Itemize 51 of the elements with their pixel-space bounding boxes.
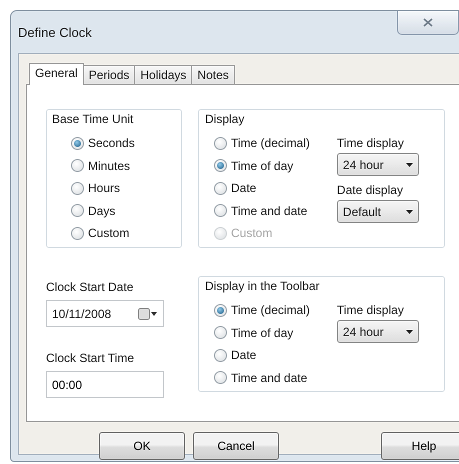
radio-button[interactable] <box>71 182 84 195</box>
option-label: Custom <box>88 225 130 242</box>
option-label: Date <box>231 347 256 364</box>
dropdown[interactable]: 24 hour <box>336 153 419 176</box>
caret-icon <box>406 330 413 334</box>
option-label: Date <box>231 180 256 198</box>
radio-button[interactable] <box>71 226 84 240</box>
field-label: Clock Start Time <box>46 350 136 367</box>
option-label: Days <box>88 202 116 220</box>
dropdown[interactable]: Default <box>336 200 419 223</box>
field-label: Clock Start Date <box>46 279 134 296</box>
time-field[interactable]: 00:00 <box>46 371 164 398</box>
caret-icon <box>406 162 413 166</box>
calendar-icon[interactable] <box>138 308 158 320</box>
radio-button[interactable] <box>214 304 227 317</box>
radio-button[interactable] <box>214 326 227 340</box>
caret-icon <box>406 210 413 214</box>
radio-button[interactable] <box>71 159 84 172</box>
field-label: Date display <box>336 182 404 199</box>
radio-button[interactable] <box>71 136 84 150</box>
option-label: Time and date <box>231 202 308 220</box>
window-title: Define Clock <box>18 24 92 42</box>
option-label: Minutes <box>88 158 130 175</box>
option-label: Time (decimal) <box>231 135 310 152</box>
option-label: Hours <box>88 180 120 198</box>
field-label: Time display <box>336 135 405 152</box>
date-field[interactable]: 10/11/2008 <box>46 300 164 327</box>
tab[interactable]: Holidays <box>134 65 192 84</box>
tab[interactable]: Notes <box>191 65 235 84</box>
field-label: Time display <box>336 302 405 319</box>
option-label: Seconds <box>88 135 135 152</box>
close-button[interactable] <box>397 11 459 35</box>
close-icon <box>423 18 433 27</box>
radio-button[interactable] <box>214 348 227 362</box>
option-label: Time (decimal) <box>231 302 310 320</box>
option-label: Time of day <box>231 158 294 175</box>
tab[interactable]: Periods <box>82 65 136 84</box>
radio-button[interactable] <box>214 136 227 150</box>
dialog-button[interactable]: OK <box>99 432 185 460</box>
radio-button[interactable] <box>214 182 227 195</box>
dropdown[interactable]: 24 hour <box>336 320 419 343</box>
option-label: Time and date <box>231 370 308 387</box>
help-button[interactable]: Help <box>381 432 459 460</box>
radio-button[interactable] <box>214 371 227 384</box>
radio-button[interactable] <box>214 159 227 172</box>
tab[interactable]: General <box>29 63 84 85</box>
option-label: Custom <box>231 225 272 242</box>
radio-button[interactable] <box>71 204 84 218</box>
dialog-button[interactable]: Cancel <box>193 432 279 460</box>
option-label: Time of day <box>231 324 294 342</box>
radio-button[interactable] <box>214 204 227 218</box>
